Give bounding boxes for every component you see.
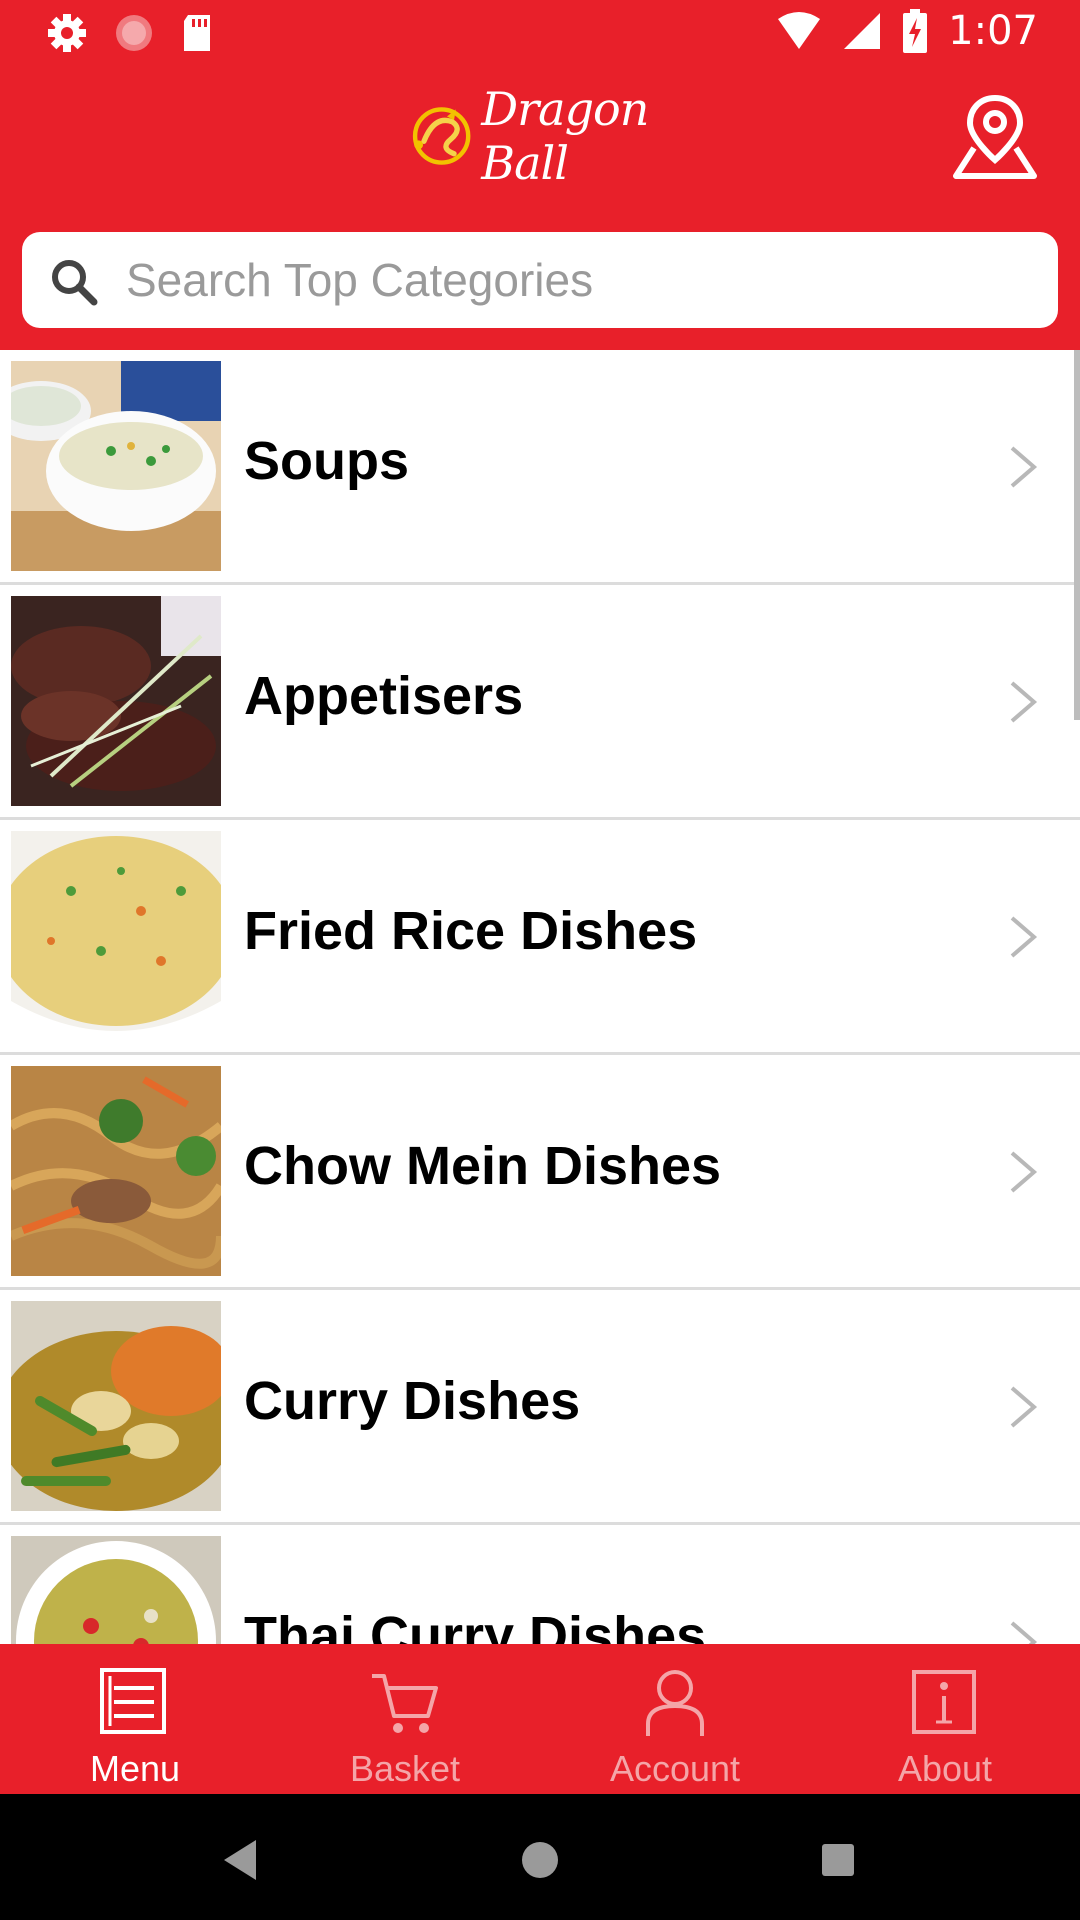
logo: Dragon Ball (408, 82, 718, 190)
category-row-appetisers[interactable]: Appetisers (0, 585, 1080, 820)
fried-rice-photo (11, 831, 221, 1041)
category-row-chow-mein[interactable]: Chow Mein Dishes (0, 1055, 1080, 1290)
category-row-fried-rice[interactable]: Fried Rice Dishes (0, 820, 1080, 1055)
chevron-right-icon (1010, 1151, 1038, 1193)
category-row-soups[interactable]: Soups (0, 350, 1080, 585)
tab-account[interactable]: Account (540, 1644, 810, 1794)
search-icon (52, 260, 98, 306)
chevron-right-icon (1010, 1386, 1038, 1428)
category-label: Soups (244, 431, 410, 491)
chevron-right-icon (1010, 1621, 1038, 1644)
category-label: Chow Mein Dishes (244, 1136, 722, 1196)
category-row-curry[interactable]: Curry Dishes (0, 1290, 1080, 1525)
back-icon[interactable] (212, 1830, 272, 1890)
location-button[interactable] (950, 94, 1040, 184)
bottom-tab-bar: Menu Basket Account About (0, 1644, 1080, 1794)
tab-basket-label: Basket (349, 1748, 461, 1789)
recents-icon[interactable] (808, 1830, 868, 1890)
tab-basket[interactable]: Basket (270, 1644, 540, 1794)
menu-list-icon (100, 1668, 166, 1734)
logo-text: Dragon Ball (481, 82, 649, 190)
record-icon (116, 15, 152, 51)
category-row-thai-curry[interactable]: Thai Curry Dishes (0, 1525, 1080, 1644)
tab-account-label: Account (609, 1748, 741, 1789)
tab-about-label: About (897, 1748, 993, 1789)
sd-card-icon (184, 15, 210, 51)
status-bar: 1:07 (0, 0, 1080, 64)
chevron-right-icon (1010, 681, 1038, 723)
cart-icon (372, 1674, 438, 1733)
user-icon (646, 1670, 704, 1736)
app-header: Dragon Ball (0, 64, 1080, 350)
category-label: Thai Curry Dishes (244, 1606, 707, 1644)
status-time: 1:07 (948, 8, 1038, 54)
info-icon (912, 1670, 976, 1734)
tab-menu-label: Menu (89, 1748, 181, 1789)
tab-menu[interactable]: Menu (0, 1644, 270, 1794)
scrollbar[interactable] (1074, 350, 1080, 720)
system-nav-bar (0, 1794, 1080, 1920)
location-pin-icon (953, 94, 1037, 179)
curry-photo (11, 1301, 221, 1511)
tab-about[interactable]: About (810, 1644, 1080, 1794)
category-list: Soups Appetisers Fried Rice Dishes Chow … (0, 350, 1080, 1644)
chevron-right-icon (1010, 446, 1038, 488)
thai-curry-photo (11, 1536, 221, 1644)
dragon-logo-icon (412, 107, 471, 165)
search-box[interactable] (22, 232, 1058, 328)
wifi-icon (778, 12, 821, 49)
battery-charging-icon (903, 9, 928, 53)
ribs-photo (11, 596, 221, 806)
search-input[interactable] (126, 248, 1026, 312)
signal-icon (844, 13, 881, 49)
chow-mein-photo (11, 1066, 221, 1276)
category-label: Appetisers (244, 666, 524, 726)
soup-photo (11, 361, 221, 571)
category-label: Fried Rice Dishes (244, 901, 698, 961)
chevron-right-icon (1010, 916, 1038, 958)
category-label: Curry Dishes (244, 1371, 581, 1431)
home-icon[interactable] (510, 1830, 570, 1890)
settings-icon (48, 14, 86, 52)
